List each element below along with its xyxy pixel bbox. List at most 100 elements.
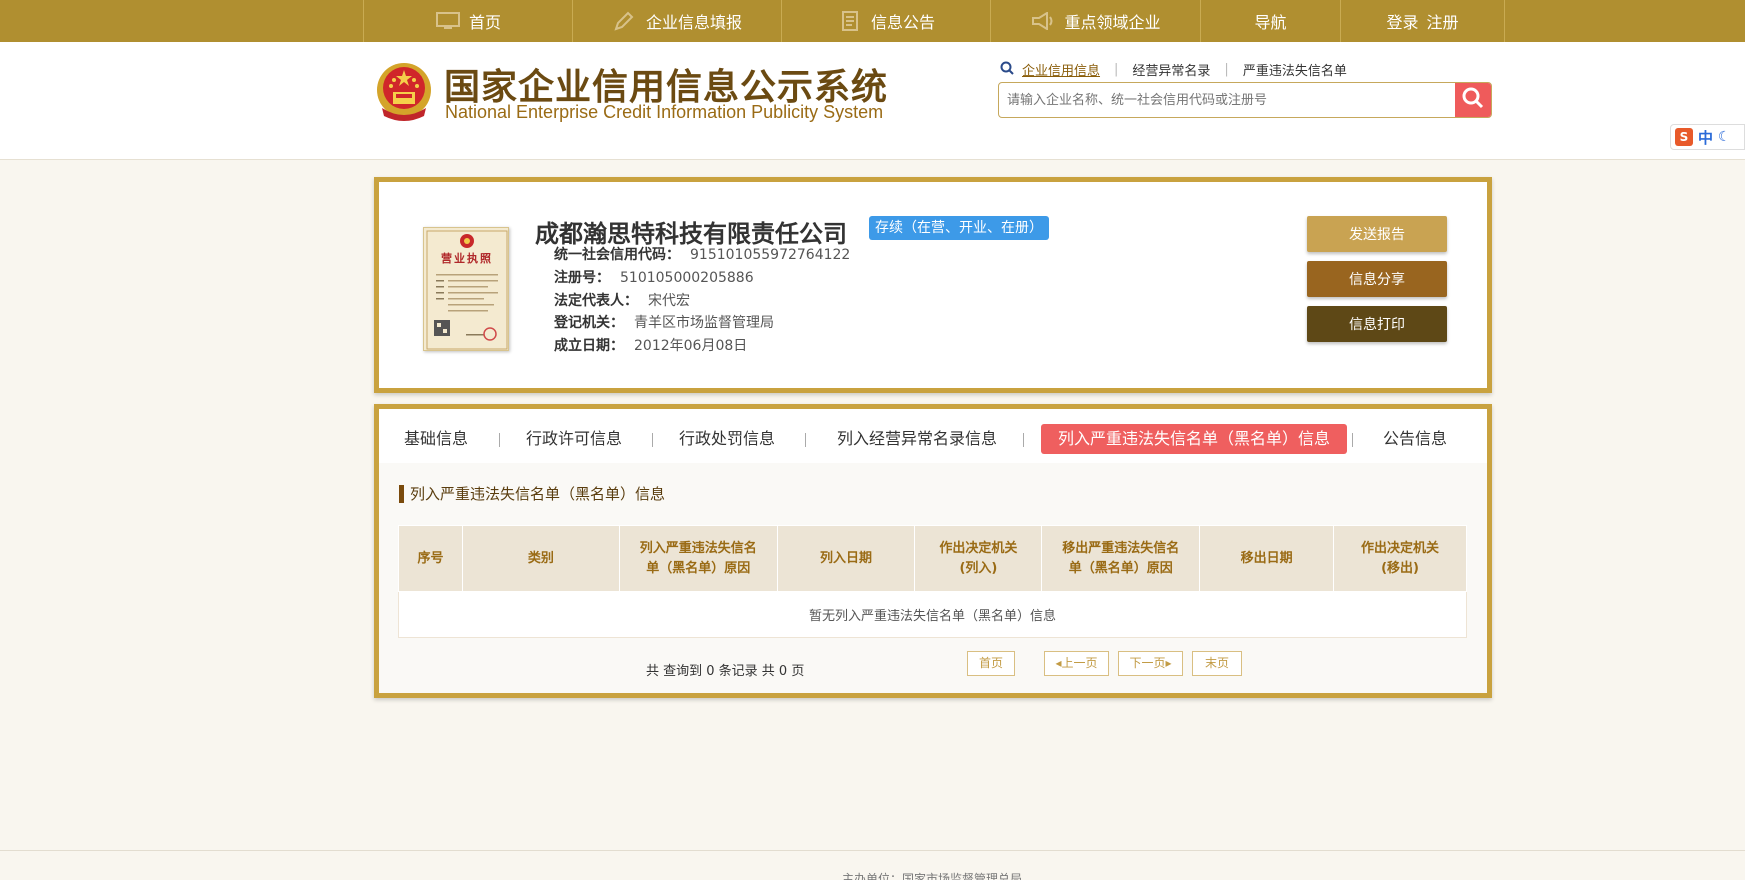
- nav-key-sectors[interactable]: 重点领域企业: [990, 0, 1200, 42]
- login-link[interactable]: 登录: [1386, 9, 1418, 33]
- column-header: 作出决定机关 (移出): [1333, 525, 1467, 592]
- field-label: 注册号：: [554, 270, 610, 286]
- document-icon: [837, 11, 863, 31]
- print-info-button[interactable]: 信息打印: [1307, 306, 1447, 342]
- field-value: 青羊区市场监督管理局: [634, 315, 774, 331]
- footer-sponsor: 主办单位：国家市场监督管理总局: [842, 872, 1023, 880]
- column-header-label: 作出决定机关: [939, 540, 1018, 556]
- input-method-icon: S: [1675, 128, 1693, 146]
- column-header-label: 类别: [527, 550, 554, 566]
- language-widget[interactable]: S 中 ☾: [1670, 124, 1745, 150]
- nav-announcements[interactable]: 信息公告: [781, 0, 990, 42]
- search-button[interactable]: [1455, 83, 1491, 117]
- tab-divider: [805, 433, 806, 447]
- tab-basic-info[interactable]: 基础信息: [404, 424, 468, 454]
- nav-home-label: 首页: [468, 13, 501, 32]
- column-header-label: 移出严重违法失信名: [1062, 540, 1180, 556]
- prev-page-label: 上一页: [1061, 656, 1098, 670]
- search-input[interactable]: [999, 83, 1455, 117]
- tab-divider: [652, 433, 653, 447]
- field-established-date: 成立日期： 2012年06月08日: [554, 335, 747, 355]
- search-icon: [1000, 61, 1014, 79]
- pen-icon: [612, 11, 638, 31]
- prev-page-button[interactable]: ◂上一页: [1044, 651, 1109, 676]
- search-link-blacklist[interactable]: 严重违法失信名单: [1243, 60, 1347, 79]
- business-license-image: 营业执照: [423, 227, 509, 351]
- empty-table-message: 暂无列入严重违法失信名单（黑名单）信息: [398, 591, 1467, 638]
- column-header: 移出严重违法失信名 单（黑名单）原因: [1041, 525, 1201, 592]
- column-header-label: 单（黑名单）原因: [646, 560, 751, 576]
- monitor-icon: [435, 11, 461, 31]
- search-link-credit-info[interactable]: 企业信用信息: [1022, 60, 1100, 79]
- field-registration-number: 注册号： 510105000205886: [554, 267, 754, 287]
- column-header-label: 移出日期: [1240, 550, 1293, 566]
- national-emblem-icon: [376, 60, 432, 126]
- nav-guide[interactable]: 导航: [1200, 0, 1340, 42]
- column-header-label: (列入): [959, 560, 998, 576]
- tab-admin-penalty[interactable]: 行政处罚信息: [679, 424, 775, 454]
- tab-divider: [499, 433, 500, 447]
- column-header: 作出决定机关 (列入): [914, 525, 1043, 592]
- tab-blacklist[interactable]: 列入严重违法失信名单（黑名单）信息: [1041, 424, 1348, 454]
- pagination-summary: 共 查询到 0 条记录 共 0 页: [646, 664, 805, 679]
- column-header: 类别: [461, 525, 620, 592]
- tab-divider: [1023, 433, 1024, 447]
- column-header-label: 列入严重违法失信名: [639, 540, 757, 556]
- nav-guide-label: 导航: [1254, 13, 1287, 32]
- company-card: 营业执照 成都瀚思特科技有限责任公司 存续（在营、开业、在册） 统一社会信用代码…: [374, 177, 1492, 393]
- license-title: 营业执照: [441, 252, 493, 265]
- language-label: 中: [1698, 128, 1714, 147]
- search-box: [998, 82, 1492, 118]
- tab-admin-license[interactable]: 行政许可信息: [526, 424, 622, 454]
- nav-announcements-label: 信息公告: [870, 13, 935, 32]
- field-legal-representative: 法定代表人： 宋代宏: [554, 290, 690, 310]
- field-label: 法定代表人：: [554, 293, 638, 309]
- section-title: 列入严重违法失信名单（黑名单）信息: [399, 485, 665, 503]
- tab-divider: [1352, 433, 1353, 447]
- tab-announcements[interactable]: 公告信息: [1383, 424, 1447, 454]
- tab-bar: 基础信息 行政许可信息 行政处罚信息 列入经营异常名录信息 列入严重违法失信名单…: [379, 409, 1487, 463]
- megaphone-icon: [1030, 11, 1056, 31]
- site-header: 国家企业信用信息公示系统 National Enterprise Credit …: [0, 42, 1745, 160]
- nav-home[interactable]: 首页: [363, 0, 572, 42]
- column-header: 序号: [398, 525, 463, 592]
- next-page-button[interactable]: 下一页▸: [1118, 651, 1183, 676]
- field-credit-code: 统一社会信用代码： 915101055972764122: [554, 244, 850, 264]
- nav-key-sectors-label: 重点领域企业: [1064, 13, 1161, 32]
- send-report-button[interactable]: 发送报告: [1307, 216, 1447, 252]
- site-subtitle: National Enterprise Credit Information P…: [445, 102, 884, 122]
- search-type-links: 企业信用信息 | 经营异常名录 | 严重违法失信名单: [1000, 60, 1347, 79]
- field-value: 510105000205886: [620, 270, 754, 286]
- field-value: 宋代宏: [648, 293, 690, 309]
- nav-enterprise-filing-label: 企业信息填报: [645, 13, 742, 32]
- field-label: 统一社会信用代码：: [554, 247, 680, 263]
- status-badge: 存续（在营、开业、在册）: [869, 216, 1049, 240]
- last-page-button[interactable]: 末页: [1192, 651, 1242, 676]
- register-link[interactable]: 注册: [1427, 9, 1459, 33]
- field-value: 2012年06月08日: [634, 338, 748, 354]
- field-registration-authority: 登记机关： 青羊区市场监督管理局: [554, 312, 774, 332]
- first-page-button[interactable]: 首页: [967, 651, 1015, 676]
- share-info-button[interactable]: 信息分享: [1307, 261, 1447, 297]
- search-link-abnormal-list[interactable]: 经营异常名录: [1132, 60, 1210, 79]
- table-header-row: 序号 类别 列入严重违法失信名 单（黑名单）原因 列入日期 作出决定机关 (列入) …: [398, 525, 1467, 592]
- field-label: 登记机关：: [554, 315, 624, 331]
- table-row: 暂无列入严重违法失信名单（黑名单）信息: [398, 591, 1467, 638]
- chevron-right-icon: ▸: [1165, 656, 1172, 670]
- search-icon: [1461, 86, 1485, 114]
- blacklist-table: 序号 类别 列入严重违法失信名 单（黑名单）原因 列入日期 作出决定机关 (列入) …: [398, 525, 1467, 638]
- footer-divider: [0, 850, 1745, 851]
- column-header: 列入日期: [776, 525, 916, 592]
- tab-content: 列入严重违法失信名单（黑名单）信息 序号 类别 列入严重违法失信名 单（黑名单）原…: [379, 463, 1487, 693]
- column-header-label: 单（黑名单）原因: [1068, 560, 1173, 576]
- column-header-label: (移出): [1381, 560, 1419, 576]
- next-page-label: 下一页: [1129, 656, 1166, 670]
- column-header: 移出日期: [1199, 525, 1335, 592]
- field-label: 成立日期：: [554, 338, 624, 354]
- nav-auth: 登录 注册: [1340, 0, 1505, 42]
- column-header-label: 列入日期: [820, 550, 873, 566]
- nav-enterprise-filing[interactable]: 企业信息填报: [572, 0, 781, 42]
- moon-icon: ☾: [1718, 129, 1731, 145]
- column-header-label: 作出决定机关: [1361, 540, 1440, 556]
- tab-abnormal-list[interactable]: 列入经营异常名录信息: [837, 424, 997, 454]
